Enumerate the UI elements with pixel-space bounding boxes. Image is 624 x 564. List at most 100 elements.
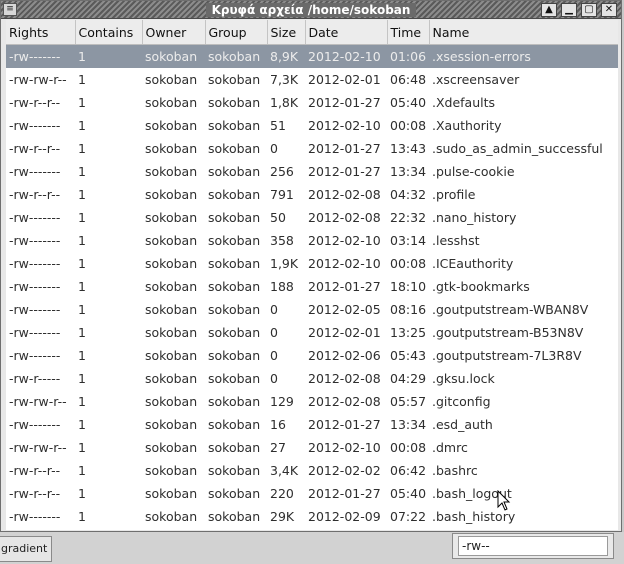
filter-input[interactable]	[458, 536, 608, 556]
table-row[interactable]: -rw-r----- 1 sokoban sokoban 0 2012-02-08 04:2…	[6, 367, 618, 390]
cell-owner: sokoban	[145, 394, 198, 409]
cell-date: 2012-01-27	[308, 141, 381, 156]
cell-owner: sokoban	[145, 463, 198, 478]
cell-date: 2012-02-10	[305, 44, 387, 68]
cell-rights: -rw-r--r--	[9, 95, 61, 110]
cell-size: 51	[270, 118, 286, 133]
table-row[interactable]: -rw-rw-r-- 1 sokoban sokoban 7,3K 2012-02-01 0…	[6, 68, 618, 91]
cell-contains: 1	[78, 371, 86, 386]
cell-owner: sokoban	[145, 302, 198, 317]
cell-group: sokoban	[205, 44, 267, 68]
column-header-rights[interactable]: Rights	[6, 20, 76, 45]
cell-rights: -rw-rw-r--	[9, 440, 67, 455]
cell-owner: sokoban	[145, 95, 198, 110]
table-row[interactable]: -rw------- 1 sokoban sokoban 50 2012-02-08 22:…	[6, 206, 618, 229]
cell-date: 2012-02-10	[308, 118, 381, 133]
minimize-button[interactable]: ▁	[561, 3, 577, 17]
cell-owner: sokoban	[145, 72, 198, 87]
cell-owner: sokoban	[145, 164, 198, 179]
cell-owner: sokoban	[145, 440, 198, 455]
cell-owner: sokoban	[145, 210, 198, 225]
column-header-owner[interactable]: Owner	[142, 20, 206, 45]
cell-owner: sokoban	[145, 371, 198, 386]
table-row[interactable]: -rw-rw-r-- 1 sokoban sokoban 129 2012-02-08 05…	[6, 390, 618, 413]
table-row[interactable]: -rw-r--r-- 1 sokoban sokoban 791 2012-02-08 04…	[6, 183, 618, 206]
cell-time: 13:43	[390, 141, 427, 156]
table-row[interactable]: -rw------- 1 sokoban sokoban 188 2012-01-27 18…	[6, 275, 618, 298]
cell-rights: -rw-------	[9, 325, 61, 340]
cell-group: sokoban	[208, 394, 261, 409]
column-header-date[interactable]: Date	[305, 20, 388, 45]
cell-owner: sokoban	[145, 141, 198, 156]
cell-owner: sokoban	[145, 417, 198, 432]
table-row[interactable]: -rw-r--r-- 1 sokoban sokoban 0 2012-01-27 13:4…	[6, 137, 618, 160]
cell-name: .xsession-errors	[429, 44, 618, 68]
table-row[interactable]: -rw------- 1 sokoban sokoban 51 2012-02-10 00:…	[6, 114, 618, 137]
cell-name: .goutputstream-B53N8V	[432, 325, 584, 340]
cell-owner: sokoban	[145, 486, 198, 501]
close-button[interactable]: ✕	[601, 3, 617, 17]
gradient-tab[interactable]: gradient	[0, 536, 52, 562]
cell-group: sokoban	[208, 233, 261, 248]
cell-date: 2012-02-01	[308, 72, 381, 87]
cell-owner: sokoban	[145, 256, 198, 271]
column-header-time[interactable]: Time	[387, 20, 430, 45]
table-row[interactable]: -rw------- 1 sokoban sokoban 256 2012-01-27 13…	[6, 160, 618, 183]
cell-date: 2012-02-08	[308, 371, 381, 386]
cell-size: 50	[270, 210, 286, 225]
cell-name: .gtk-bookmarks	[432, 279, 530, 294]
cell-date: 2012-02-06	[308, 348, 381, 363]
cell-group: sokoban	[208, 509, 261, 524]
cell-name: .Xauthority	[432, 118, 502, 133]
cell-date: 2012-01-27	[308, 95, 381, 110]
cell-group: sokoban	[208, 279, 261, 294]
window-title: Κρυφά αρχεία /home/sokoban	[205, 3, 417, 17]
cell-name: .profile	[432, 187, 476, 202]
column-header-name[interactable]: Name	[429, 20, 618, 45]
shade-up-icon[interactable]: ▲	[541, 3, 557, 17]
table-row[interactable]: -rw------- 1 sokoban sokoban 16 2012-01-27 13:…	[6, 413, 618, 436]
table-row[interactable]: -rw-r--r-- 1 sokoban sokoban 220 2012-01-27 05…	[6, 482, 618, 505]
table-row[interactable]: -rw-r--r-- 1 sokoban sokoban 3,4K 2012-02-02 0…	[6, 459, 618, 482]
table-row[interactable]: -rw-rw-r-- 1 sokoban sokoban 27 2012-02-10 00:…	[6, 436, 618, 459]
cell-contains: 1	[78, 118, 86, 133]
table-row[interactable]: -rw------- 1 sokoban sokoban 0 2012-02-01 13:2…	[6, 321, 618, 344]
column-header-group[interactable]: Group	[205, 20, 268, 45]
title-bar[interactable]: ≡ Κρυφά αρχεία /home/sokoban ▲ ▁ ▢ ✕	[1, 1, 621, 19]
file-list[interactable]: Rights Contains Owner Group Size Date Ti…	[6, 20, 618, 530]
cell-time: 06:42	[390, 463, 427, 478]
cell-name: .dmrc	[432, 440, 468, 455]
filter-box	[452, 533, 614, 559]
cell-group: sokoban	[208, 95, 261, 110]
cell-date: 2012-01-27	[308, 417, 381, 432]
cell-group: sokoban	[208, 325, 261, 340]
cell-size: 3,4K	[270, 463, 299, 478]
cell-contains: 1	[78, 187, 86, 202]
cell-rights: -rw-r--r--	[9, 463, 61, 478]
cell-time: 07:22	[390, 509, 427, 524]
cell-size: 1,9K	[270, 256, 299, 271]
table-row[interactable]: -rw------- 1 sokoban sokoban 0 2012-02-06 05:4…	[6, 344, 618, 367]
cell-rights: -rw-rw-r--	[9, 394, 67, 409]
cell-contains: 1	[78, 394, 86, 409]
cell-contains: 1	[78, 256, 86, 271]
cell-name: .gksu.lock	[432, 371, 495, 386]
cell-time: 05:40	[390, 486, 427, 501]
table-row[interactable]: -rw-r--r-- 1 sokoban sokoban 1,8K 2012-01-27 0…	[6, 91, 618, 114]
table-row[interactable]: -rw------- 1 sokoban sokoban 29K 2012-02-09 07…	[6, 505, 618, 528]
table-row[interactable]: -rw------- 1 sokoban sokoban 358 2012-02-10 03…	[6, 229, 618, 252]
cell-date: 2012-02-10	[308, 440, 381, 455]
cell-name: .sudo_as_admin_successful	[432, 141, 603, 156]
table-row[interactable]: -rw------- 1 sokoban sokoban 1,9K 2012-02-10 0…	[6, 252, 618, 275]
cell-name: .bash_history	[432, 509, 516, 524]
cell-rights: -rw-r--r--	[9, 486, 61, 501]
cell-name: .nano_history	[432, 210, 517, 225]
cell-date: 2012-02-09	[308, 509, 381, 524]
cell-owner: sokoban	[145, 279, 198, 294]
table-row[interactable]: -rw------- 1 sokoban sokoban 0 2012-02-05 08:1…	[6, 298, 618, 321]
cell-rights: -rw-------	[6, 44, 75, 68]
table-row[interactable]: -rw------- 1 sokoban sokoban 8,9K 2012-02-10 0…	[6, 44, 618, 68]
column-header-size[interactable]: Size	[267, 20, 306, 45]
maximize-button[interactable]: ▢	[581, 3, 597, 17]
column-header-contains[interactable]: Contains	[75, 20, 143, 45]
